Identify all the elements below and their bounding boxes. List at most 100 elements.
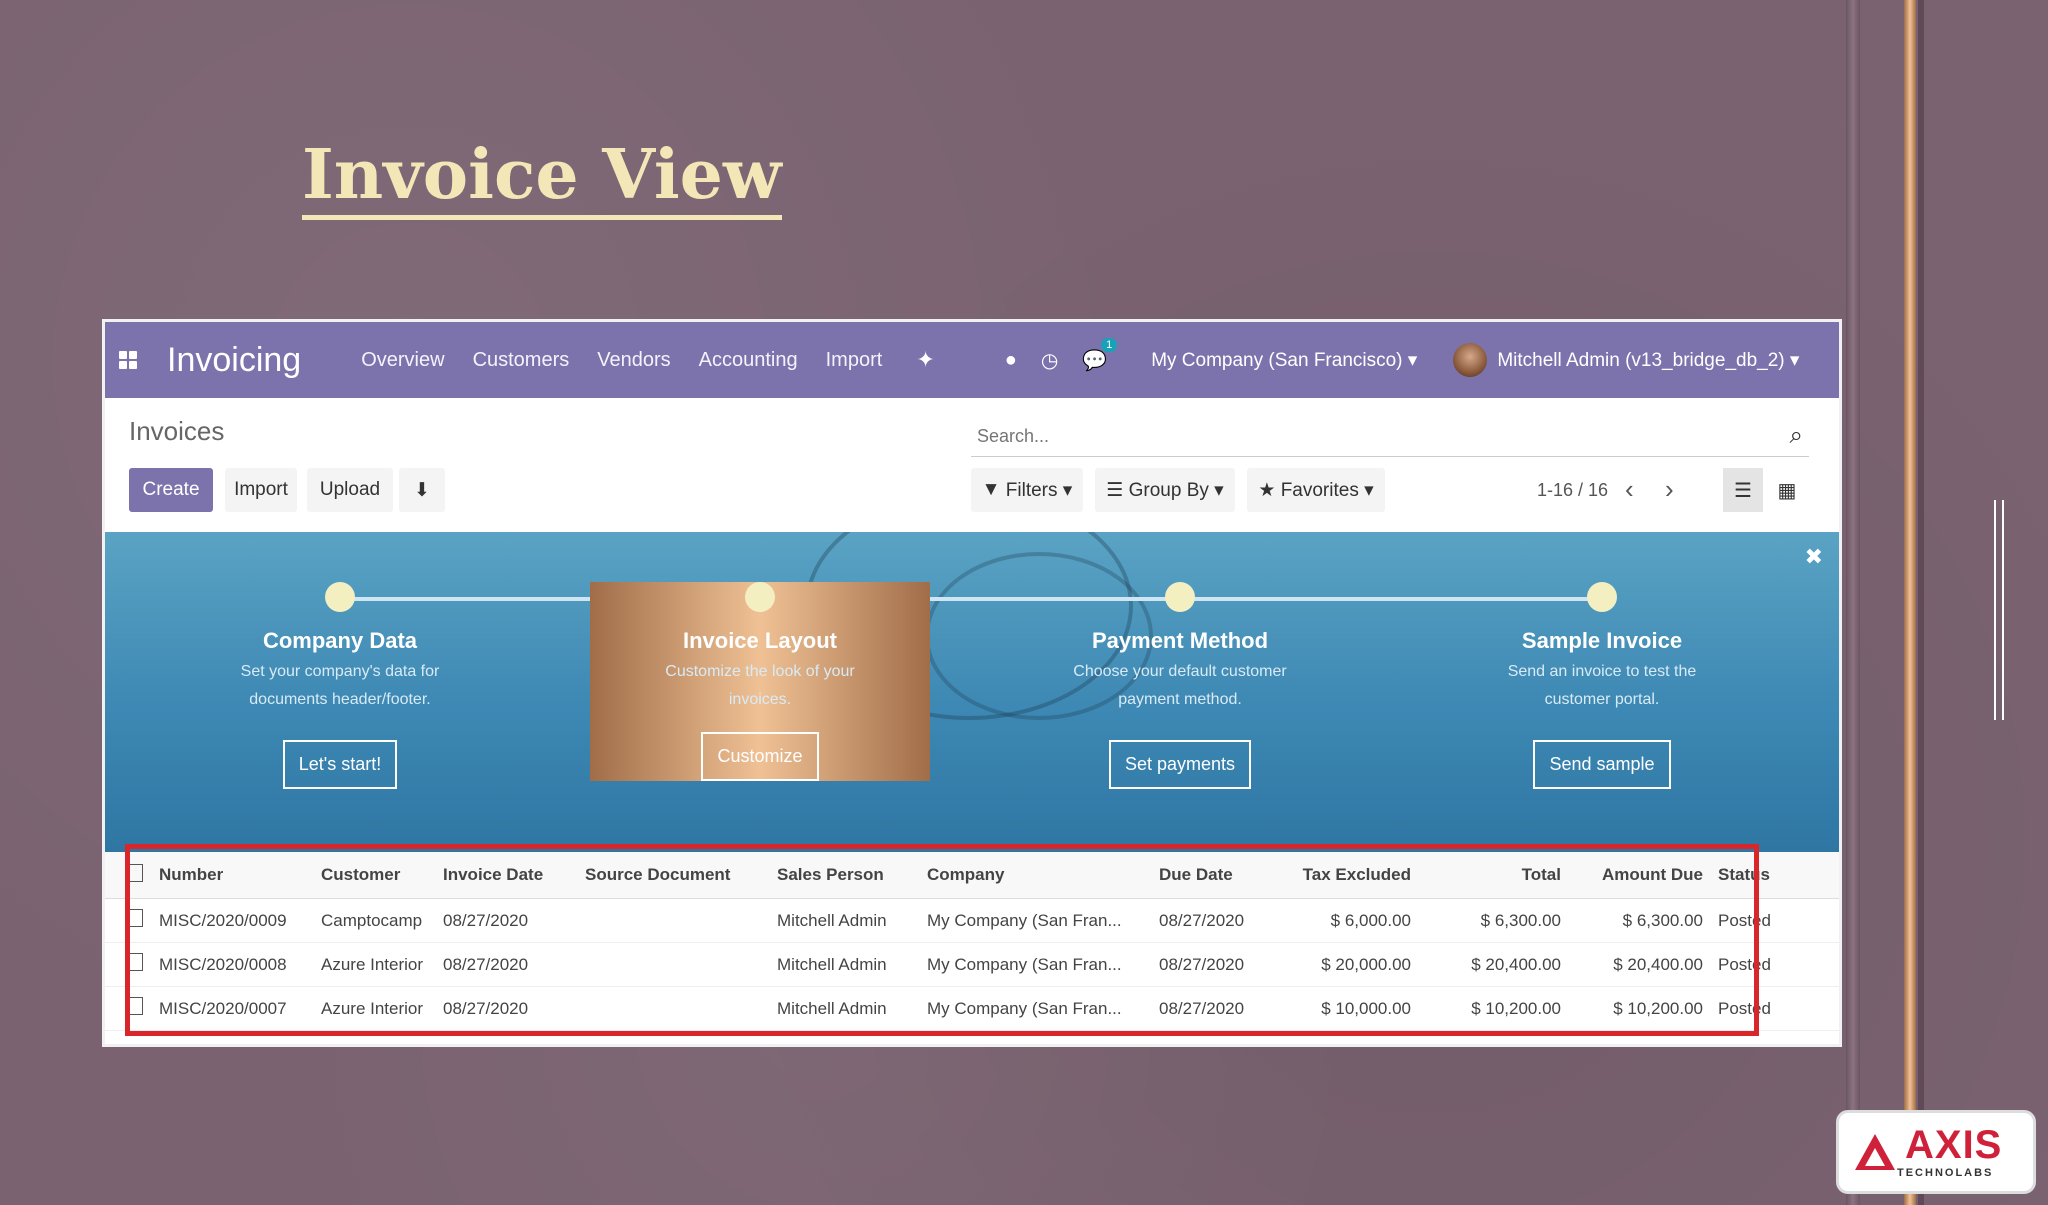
send-sample-button[interactable]: Send sample	[1533, 740, 1671, 789]
cell-due-date: 08/27/2020	[1158, 986, 1280, 1031]
cell-status: Posted	[1704, 898, 1839, 943]
col-sales-person[interactable]: Sales Person	[776, 852, 926, 899]
company-switcher[interactable]: My Company (San Francisco) ▾	[1151, 349, 1417, 372]
onboarding-step: Invoice Layout Customize the look of you…	[590, 582, 930, 781]
col-status[interactable]: Status	[1704, 852, 1839, 899]
table-row[interactable]: MISC/2020/0009 Camptocamp 08/27/2020 Mit…	[105, 898, 1839, 943]
cell-source	[584, 898, 776, 943]
chevron-right-icon[interactable]: ›	[1665, 474, 1674, 505]
row-checkbox[interactable]	[127, 953, 143, 971]
invoice-table: Number Customer Invoice Date Source Docu…	[105, 852, 1839, 1031]
cell-status: Posted	[1704, 986, 1839, 1031]
cell-tax-excluded: $ 10,000.00	[1280, 986, 1412, 1031]
col-company[interactable]: Company	[926, 852, 1158, 899]
import-button[interactable]: Import	[225, 468, 297, 512]
cell-company: My Company (San Fran...	[926, 986, 1158, 1031]
col-invoice-date[interactable]: Invoice Date	[442, 852, 584, 899]
search-input[interactable]	[971, 424, 1790, 448]
onboarding-step: Company Data Set your company's data for…	[170, 582, 510, 789]
col-due-date[interactable]: Due Date	[1158, 852, 1280, 899]
messages-icon[interactable]: 💬 1	[1082, 337, 1118, 373]
set-payments-button[interactable]: Set payments	[1108, 740, 1252, 789]
step-description: Choose your default customer payment met…	[1073, 663, 1287, 708]
cell-number: MISC/2020/0007	[158, 986, 320, 1031]
menu-import[interactable]: Import	[826, 349, 883, 372]
app-title: Invoicing	[167, 340, 302, 379]
cell-company: My Company (San Fran...	[926, 942, 1158, 987]
axis-logo-icon	[1855, 1134, 1895, 1170]
cell-company: My Company (San Fran...	[926, 898, 1158, 943]
cell-customer: Azure Interior	[320, 986, 442, 1031]
filters-label: Filters ▾	[1005, 479, 1073, 501]
groupby-label: Group By ▾	[1128, 479, 1224, 501]
col-tax-excluded[interactable]: Tax Excluded	[1280, 852, 1412, 899]
logo-subtitle: TECHNOLABS	[1897, 1167, 1994, 1179]
step-dot	[1165, 582, 1195, 612]
cell-invoice-date: 08/27/2020	[442, 942, 584, 987]
step-dot	[1587, 582, 1617, 612]
user-menu[interactable]: Mitchell Admin (v13_bridge_db_2) ▾	[1497, 349, 1799, 372]
cell-tax-excluded: $ 6,000.00	[1280, 898, 1412, 943]
onboarding-step: Sample Invoice Send an invoice to test t…	[1432, 582, 1772, 789]
clock-icon[interactable]: ◷	[1041, 348, 1058, 373]
onboarding-step: Payment Method Choose your default custo…	[1010, 582, 1350, 789]
search-bar: ⌕	[971, 416, 1809, 457]
kanban-view-icon[interactable]: ▦	[1767, 468, 1807, 512]
step-description: Set your company's data for documents he…	[240, 663, 440, 708]
search-icon[interactable]: ⌕	[1790, 422, 1803, 450]
cell-due-date: 08/27/2020	[1158, 898, 1280, 943]
menu-customers[interactable]: Customers	[473, 349, 570, 372]
slide-title: Invoice View	[302, 139, 782, 221]
logo: AXIS TECHNOLABS	[1836, 1110, 2036, 1194]
col-amount-due[interactable]: Amount Due	[1562, 852, 1704, 899]
menu-accounting[interactable]: Accounting	[699, 349, 798, 372]
groupby-icon: ☰	[1106, 479, 1124, 501]
menu-vendors[interactable]: Vendors	[597, 349, 670, 372]
odoo-screenshot: Invoicing Overview Customers Vendors Acc…	[105, 322, 1839, 1044]
chevron-left-icon[interactable]: ‹	[1625, 474, 1634, 505]
cell-amount-due: $ 10,200.00	[1562, 986, 1704, 1031]
top-navbar: Invoicing Overview Customers Vendors Acc…	[105, 322, 1839, 398]
cell-status: Posted	[1704, 942, 1839, 987]
step-description: Customize the look of your invoices.	[665, 663, 855, 708]
step-dot	[325, 582, 355, 612]
customize-button[interactable]: Customize	[701, 732, 819, 781]
cell-amount-due: $ 20,400.00	[1562, 942, 1704, 987]
spark-icon[interactable]: ✦	[916, 347, 934, 373]
filters-button[interactable]: ▼ Filters ▾	[971, 468, 1083, 512]
cell-total: $ 10,200.00	[1412, 986, 1562, 1031]
star-icon: ★	[1258, 479, 1276, 501]
bug-icon[interactable]: ●	[1005, 349, 1017, 372]
pager-value[interactable]: 1-16 / 16	[1537, 480, 1608, 501]
favorites-button[interactable]: ★ Favorites ▾	[1247, 468, 1385, 512]
upload-button[interactable]: Upload	[307, 468, 393, 512]
breadcrumb: Invoices	[129, 416, 225, 446]
cell-customer: Camptocamp	[320, 898, 442, 943]
cell-total: $ 6,300.00	[1412, 898, 1562, 943]
col-customer[interactable]: Customer	[320, 852, 442, 899]
step-title: Payment Method	[1091, 628, 1269, 653]
menu-overview[interactable]: Overview	[361, 349, 444, 372]
cell-due-date: 08/27/2020	[1158, 942, 1280, 987]
select-all-checkbox[interactable]	[127, 863, 143, 882]
cell-salesperson: Mitchell Admin	[776, 898, 926, 943]
groupby-button[interactable]: ☰ Group By ▾	[1095, 468, 1235, 512]
row-checkbox[interactable]	[127, 909, 143, 927]
cell-source	[584, 942, 776, 987]
cell-source	[584, 986, 776, 1031]
close-icon[interactable]: ✖	[1805, 544, 1823, 570]
messages-badge: 1	[1101, 337, 1118, 352]
table-row[interactable]: MISC/2020/0008 Azure Interior 08/27/2020…	[105, 942, 1839, 987]
table-row[interactable]: MISC/2020/0007 Azure Interior 08/27/2020…	[105, 986, 1839, 1031]
download-icon[interactable]: ⬇	[399, 468, 445, 512]
col-number[interactable]: Number	[158, 852, 320, 899]
create-button[interactable]: Create	[129, 468, 213, 512]
list-view-icon[interactable]: ☰	[1723, 468, 1763, 512]
step-dot	[745, 582, 775, 612]
row-checkbox[interactable]	[127, 997, 143, 1015]
avatar[interactable]	[1453, 343, 1488, 377]
col-total[interactable]: Total	[1412, 852, 1562, 899]
apps-menu-icon[interactable]	[119, 351, 137, 369]
lets-start-button[interactable]: Let's start!	[282, 740, 398, 789]
col-source-document[interactable]: Source Document	[584, 852, 776, 899]
